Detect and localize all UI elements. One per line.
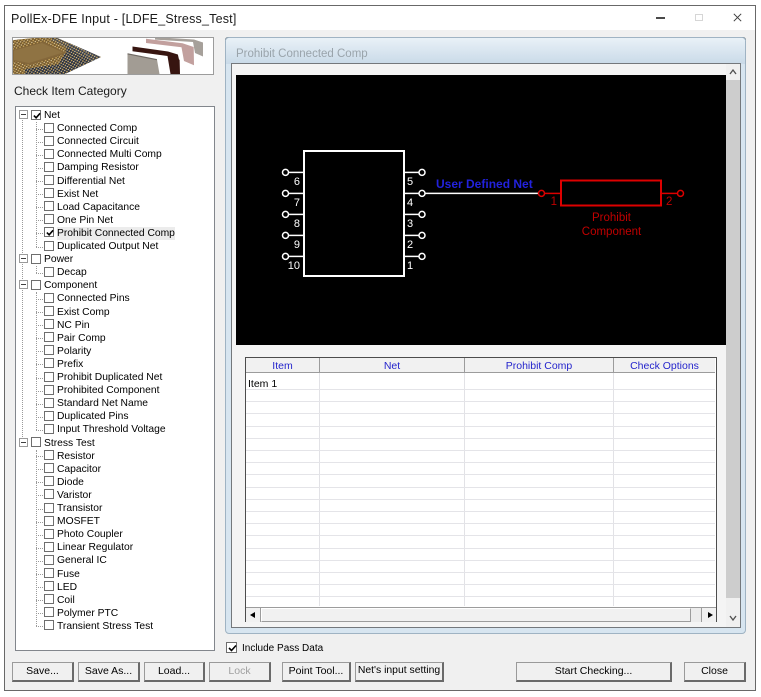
svg-text:3: 3	[407, 218, 413, 230]
svg-text:7: 7	[294, 197, 300, 209]
svg-text:2: 2	[666, 196, 672, 208]
svg-text:4: 4	[407, 197, 413, 209]
svg-text:10: 10	[288, 260, 300, 272]
svg-text:Component: Component	[582, 226, 642, 238]
svg-text:8: 8	[294, 218, 300, 230]
svg-text:1: 1	[407, 260, 413, 272]
svg-text:2: 2	[407, 239, 413, 251]
svg-text:Prohibit: Prohibit	[592, 212, 632, 224]
svg-text:5: 5	[407, 176, 413, 188]
svg-text:9: 9	[294, 239, 300, 251]
svg-text:User Defined Net: User Defined Net	[436, 177, 533, 191]
svg-text:1: 1	[551, 196, 557, 208]
svg-text:6: 6	[294, 176, 300, 188]
